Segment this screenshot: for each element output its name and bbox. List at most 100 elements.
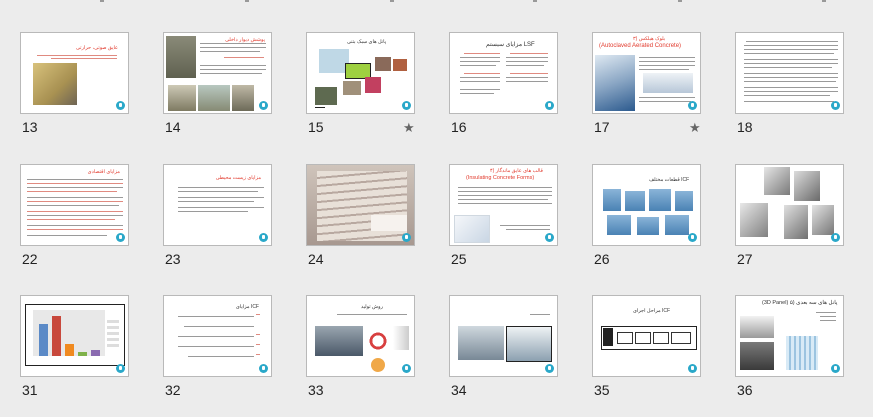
- form-photo-2: [794, 171, 820, 201]
- slide-title: (Insulating Concrete Forms): [466, 175, 535, 181]
- slide-number: 13: [22, 119, 38, 135]
- slide-title: (3D Panel) ۵) پانل های سه بعدی: [762, 300, 838, 306]
- icf-part-7: [665, 215, 689, 235]
- form-photo-1: [764, 167, 790, 195]
- diagram-photo-1: [375, 57, 391, 71]
- slide-title: مزایای ICF: [235, 304, 259, 310]
- slide-31[interactable]: 31: [0, 295, 130, 405]
- insulation-photo: [33, 63, 77, 105]
- bar-3: [65, 344, 74, 356]
- logo-icon: [402, 101, 411, 110]
- logo-icon: [116, 233, 125, 242]
- caption-box: [371, 215, 407, 231]
- slide-subtitle: ۳) بلوک هبلکس: [633, 36, 666, 42]
- slide-26[interactable]: قطعات مختلف ICF 26: [572, 164, 702, 274]
- icf-part-5: [607, 215, 631, 235]
- logo-icon: [259, 364, 268, 373]
- slide-title: (Autoclaved Aerated Concrete): [599, 43, 682, 49]
- slide-24[interactable]: 24: [286, 164, 416, 274]
- logo-icon: [402, 233, 411, 242]
- icf-part-1: [603, 189, 621, 211]
- slide-thumbnail[interactable]: مزایای سیستم LSF: [449, 32, 558, 114]
- slide-title: روش تولید: [361, 304, 383, 310]
- slide-title: مزایای اقتصادی: [87, 169, 120, 175]
- slide-thumbnail[interactable]: (3D Panel) ۵) پانل های سه بعدی: [735, 295, 844, 377]
- slide-number: 24: [308, 251, 324, 267]
- product-photo: [393, 326, 409, 350]
- slide-25[interactable]: ۴) قالب های عایق ماندگار (Insulating Con…: [429, 164, 559, 274]
- logo-icon: [402, 364, 411, 373]
- slide-number: 31: [22, 382, 38, 398]
- slide-thumbnail[interactable]: عایق صوتی، حرارتی: [20, 32, 129, 114]
- slide-17[interactable]: ۳) بلوک هبلکس (Autoclaved Aerated Concre…: [572, 32, 702, 142]
- slide-32[interactable]: مزایای ICF 32: [143, 295, 273, 405]
- slide-thumbnail[interactable]: ۴) قالب های عایق ماندگار (Insulating Con…: [449, 164, 558, 246]
- slide-thumbnail[interactable]: [735, 164, 844, 246]
- slide-13[interactable]: عایق صوتی، حرارتی 13: [0, 32, 130, 142]
- slide-16[interactable]: مزایای سیستم LSF 16: [429, 32, 559, 142]
- factory-photo: [315, 326, 363, 356]
- slide-thumbnail[interactable]: قطعات مختلف ICF: [592, 164, 701, 246]
- logo-icon: [688, 364, 697, 373]
- diagram-photo-2: [393, 59, 407, 71]
- flow-step-3: [635, 332, 651, 344]
- slide-thumbnail[interactable]: مزایای زیست محیطی: [163, 164, 272, 246]
- slide-thumbnail[interactable]: مراحل اجرای ICF: [592, 295, 701, 377]
- slide-number: 27: [737, 251, 753, 267]
- slide-33[interactable]: روش تولید 33: [286, 295, 416, 405]
- icf-part-6: [637, 217, 659, 235]
- slide-thumbnail[interactable]: [306, 164, 415, 246]
- panel-3d-graphic: [786, 336, 818, 370]
- slide-18[interactable]: 18: [715, 32, 845, 142]
- slide-sorter-grid: عایق صوتی، حرارتی 13 پوشش دیوار داخلی 14: [0, 0, 873, 417]
- animation-star-icon: ★: [689, 120, 701, 135]
- slide-thumbnail[interactable]: [20, 295, 129, 377]
- slide-number: 14: [165, 119, 181, 135]
- logo-icon: [831, 233, 840, 242]
- chart-plot-area: [33, 310, 105, 356]
- slide-number: 32: [165, 382, 181, 398]
- site-photo-2: [198, 85, 230, 111]
- site-photo-3: [232, 85, 254, 111]
- slide-subtitle: ۴) قالب های عایق ماندگار: [490, 168, 543, 174]
- slide-thumbnail[interactable]: پانل های سبک بتنی: [306, 32, 415, 114]
- logo-icon: [688, 101, 697, 110]
- slide-34[interactable]: 34: [429, 295, 559, 405]
- slide-35[interactable]: مراحل اجرای ICF 35: [572, 295, 702, 405]
- bar-1: [39, 324, 48, 356]
- slide-14[interactable]: پوشش دیوار داخلی 14: [143, 32, 273, 142]
- slide-number: 25: [451, 251, 467, 267]
- slide-number: 15: [308, 119, 324, 135]
- flow-step-1: [603, 328, 613, 346]
- logo-icon: [116, 364, 125, 373]
- wall-photo: [166, 36, 196, 78]
- diagram-photo-3: [343, 81, 361, 95]
- diagram-photo-5: [315, 87, 337, 105]
- slide-thumbnail[interactable]: روش تولید: [306, 295, 415, 377]
- bar-2: [52, 316, 61, 356]
- slide-thumbnail[interactable]: مزایای ICF: [163, 295, 272, 377]
- slide-36[interactable]: (3D Panel) ۵) پانل های سه بعدی 36: [715, 295, 845, 405]
- logo-icon: [831, 101, 840, 110]
- slide-number: 22: [22, 251, 38, 267]
- slide-thumbnail[interactable]: [449, 295, 558, 377]
- slide-number: 36: [737, 382, 753, 398]
- slide-thumbnail[interactable]: [735, 32, 844, 114]
- slide-15[interactable]: پانل های سبک بتنی 15 ★: [286, 32, 416, 142]
- logo-icon: [259, 101, 268, 110]
- aac-photo-2: [643, 73, 693, 93]
- slide-thumbnail[interactable]: ۳) بلوک هبلکس (Autoclaved Aerated Concre…: [592, 32, 701, 114]
- slide-23[interactable]: مزایای زیست محیطی 23: [143, 164, 273, 274]
- slide-number: 18: [737, 119, 753, 135]
- slide-number: 35: [594, 382, 610, 398]
- slide-27[interactable]: 27: [715, 164, 845, 274]
- slide-title: پانل های سبک بتنی: [347, 39, 387, 45]
- slide-22[interactable]: مزایای اقتصادی 22: [0, 164, 130, 274]
- slide-title: عایق صوتی، حرارتی: [75, 45, 118, 51]
- slide-number: 23: [165, 251, 181, 267]
- slide-thumbnail[interactable]: پوشش دیوار داخلی: [163, 32, 272, 114]
- animation-star-icon: ★: [403, 120, 415, 135]
- slide-thumbnail[interactable]: مزایای اقتصادی: [20, 164, 129, 246]
- icf-block-photo: [454, 215, 490, 243]
- slide-number: 17: [594, 119, 610, 135]
